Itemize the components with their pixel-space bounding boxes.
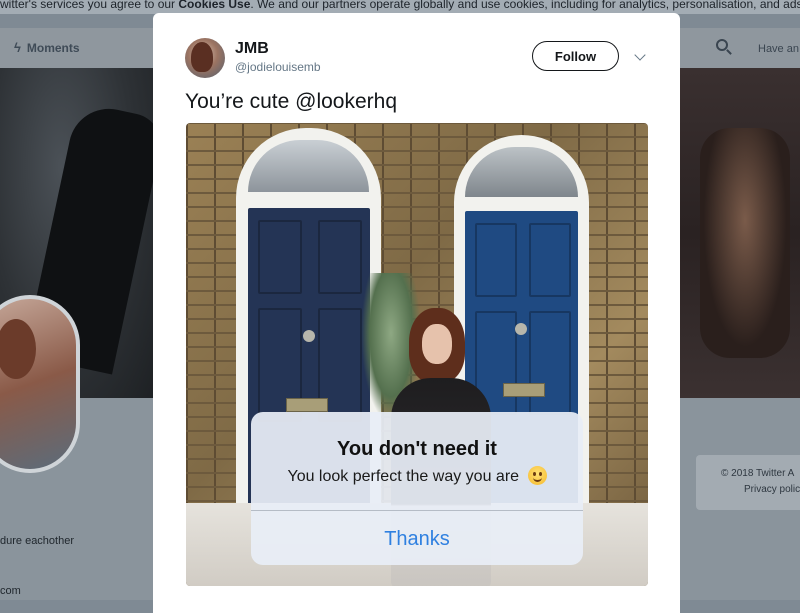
tweet-text: You’re cute @lookerhq [185,90,398,113]
have-account-link[interactable]: Have an [758,43,799,55]
privacy-link[interactable]: Privacy polic [744,484,800,495]
profile-url[interactable]: com [0,585,21,597]
alert-title: You don't need it [337,438,497,460]
cookie-banner-text: witter's services you agree to our [0,0,179,11]
alert-dialog: You don't need it You look perfect the w… [251,412,583,565]
author-avatar[interactable] [185,38,225,78]
avatar-hair [191,42,213,72]
avatar-face [0,319,36,379]
alert-message-row: You look perfect the way you are [251,466,583,486]
search-icon[interactable] [716,39,728,51]
cookie-banner: witter's services you agree to our Cooki… [0,0,800,14]
profile-avatar[interactable] [0,295,80,473]
copyright-text: © 2018 Twitter A [721,468,795,479]
emoji-mouth [532,476,542,482]
letterbox [503,383,545,397]
door-panel [475,223,517,297]
nav-moments-label: Moments [26,40,80,55]
header-figure [700,128,790,358]
profile-bio: dure eachother [0,535,74,547]
author-handle[interactable]: @jodielouisemb [235,60,321,74]
smiling-face-icon [527,466,547,485]
door-panel [529,223,571,297]
cookies-use-link[interactable]: Cookies Use [178,0,250,11]
cookie-banner-text-rest: . We and our partners operate globally a… [250,0,800,11]
author-name[interactable]: JMB [235,40,269,58]
follow-button[interactable]: Follow [532,41,619,71]
woman-face [422,324,452,364]
door-knob [303,330,315,342]
chevron-down-icon[interactable] [634,49,646,61]
thanks-button[interactable]: Thanks [251,511,583,565]
letterbox [286,398,328,412]
nav-moments[interactable]: ϟ Moments [14,40,80,55]
door-panel [529,311,571,415]
lightning-icon: ϟ [14,40,21,55]
door-panel [318,220,362,294]
left-fanlight [248,140,369,192]
side-header-image [680,68,800,398]
footer-card [696,455,800,510]
right-fanlight [465,147,578,197]
alert-message: You look perfect the way you are [287,468,520,485]
door-panel [258,220,302,294]
door-knob [515,323,527,335]
